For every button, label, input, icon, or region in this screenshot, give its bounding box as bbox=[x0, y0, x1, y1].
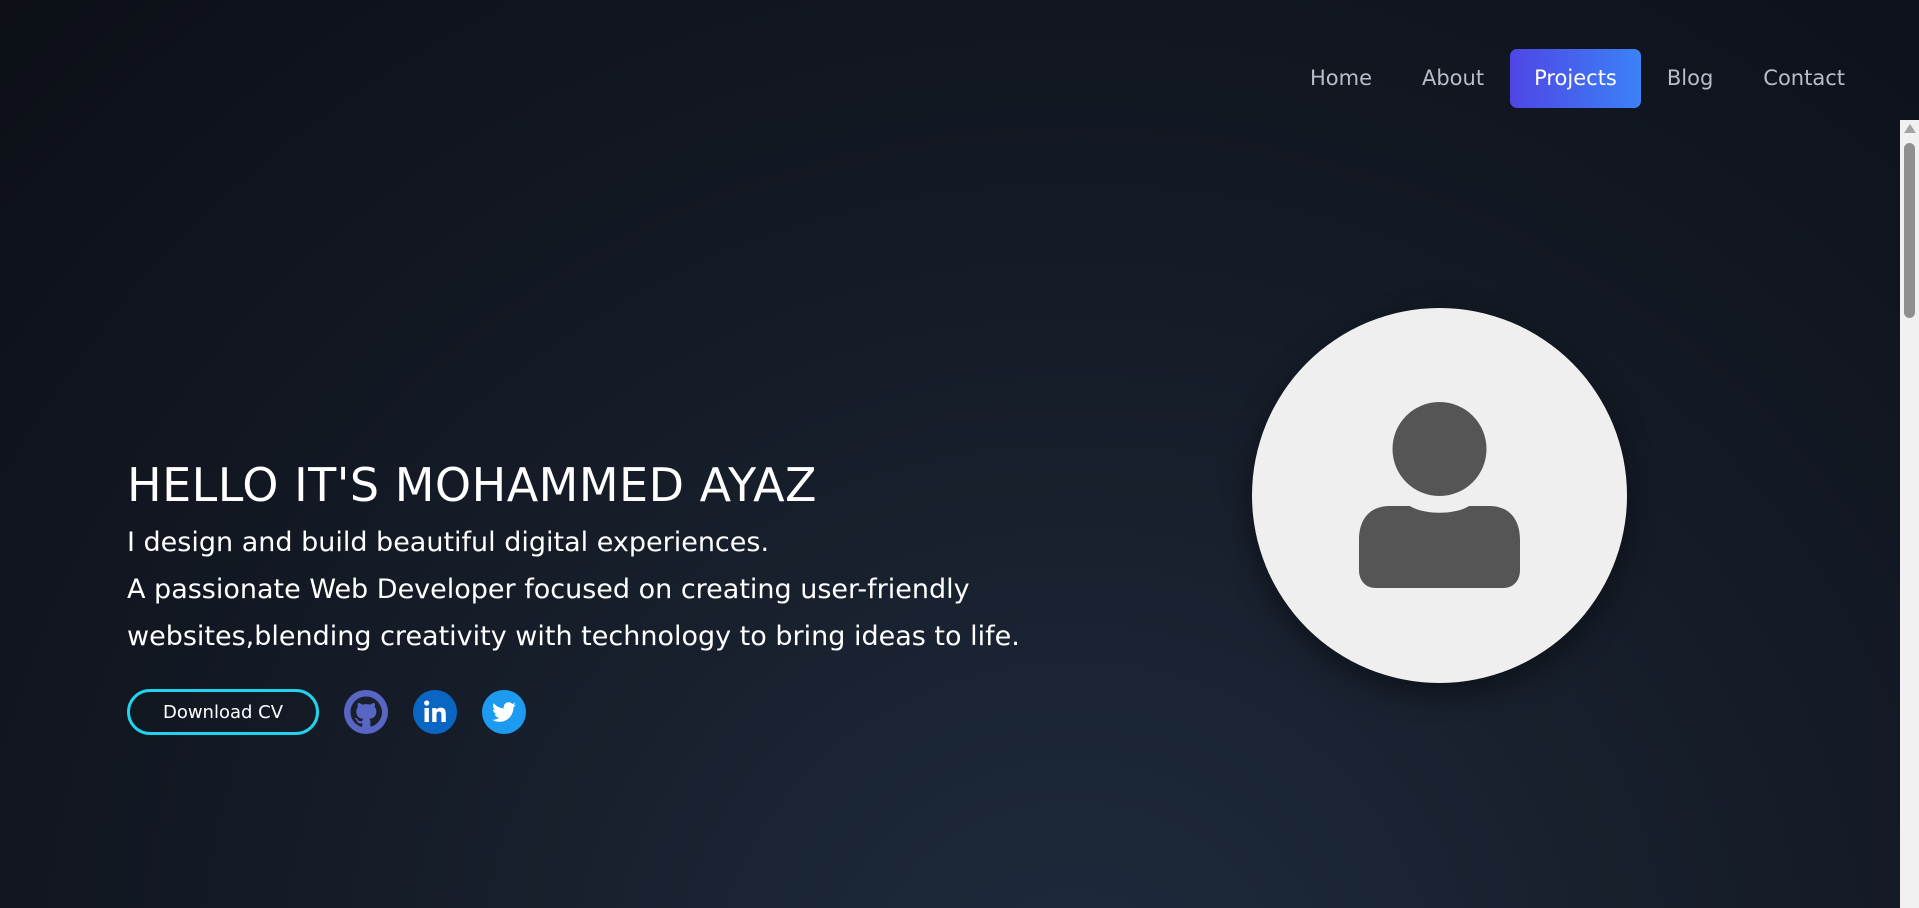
nav-home-link[interactable]: Home bbox=[1286, 49, 1396, 108]
github-icon[interactable] bbox=[344, 690, 388, 734]
hero-actions: Download CV bbox=[127, 689, 526, 735]
hero-subtitle-line-1: I design and build beautiful digital exp… bbox=[127, 527, 770, 558]
hero-section: HELLO IT'S MOHAMMED AYAZ I design and bu… bbox=[127, 455, 1047, 660]
twitter-icon[interactable] bbox=[482, 690, 526, 734]
nav-contact-link[interactable]: Contact bbox=[1739, 49, 1869, 108]
hero-subtitle: I design and build beautiful digital exp… bbox=[127, 519, 1047, 660]
nav-blog-link[interactable]: Blog bbox=[1643, 49, 1737, 108]
hero-title: HELLO IT'S MOHAMMED AYAZ bbox=[127, 458, 818, 512]
profile-avatar bbox=[1252, 308, 1627, 683]
scroll-up-arrow-icon[interactable] bbox=[1904, 124, 1916, 133]
linkedin-icon[interactable] bbox=[413, 690, 457, 734]
scroll-thumb[interactable] bbox=[1904, 143, 1915, 318]
download-cv-button[interactable]: Download CV bbox=[127, 689, 319, 735]
hero-subtitle-line-2: A passionate Web Developer focused on cr… bbox=[127, 574, 970, 605]
user-placeholder-icon bbox=[1359, 402, 1520, 588]
page-scrollbar[interactable] bbox=[1900, 120, 1919, 908]
hero-subtitle-line-3: websites,blending creativity with techno… bbox=[127, 621, 1020, 652]
nav-about-link[interactable]: About bbox=[1398, 49, 1508, 108]
nav-projects-link[interactable]: Projects bbox=[1510, 49, 1641, 108]
main-navigation: Home About Projects Blog Contact bbox=[1284, 49, 1869, 108]
